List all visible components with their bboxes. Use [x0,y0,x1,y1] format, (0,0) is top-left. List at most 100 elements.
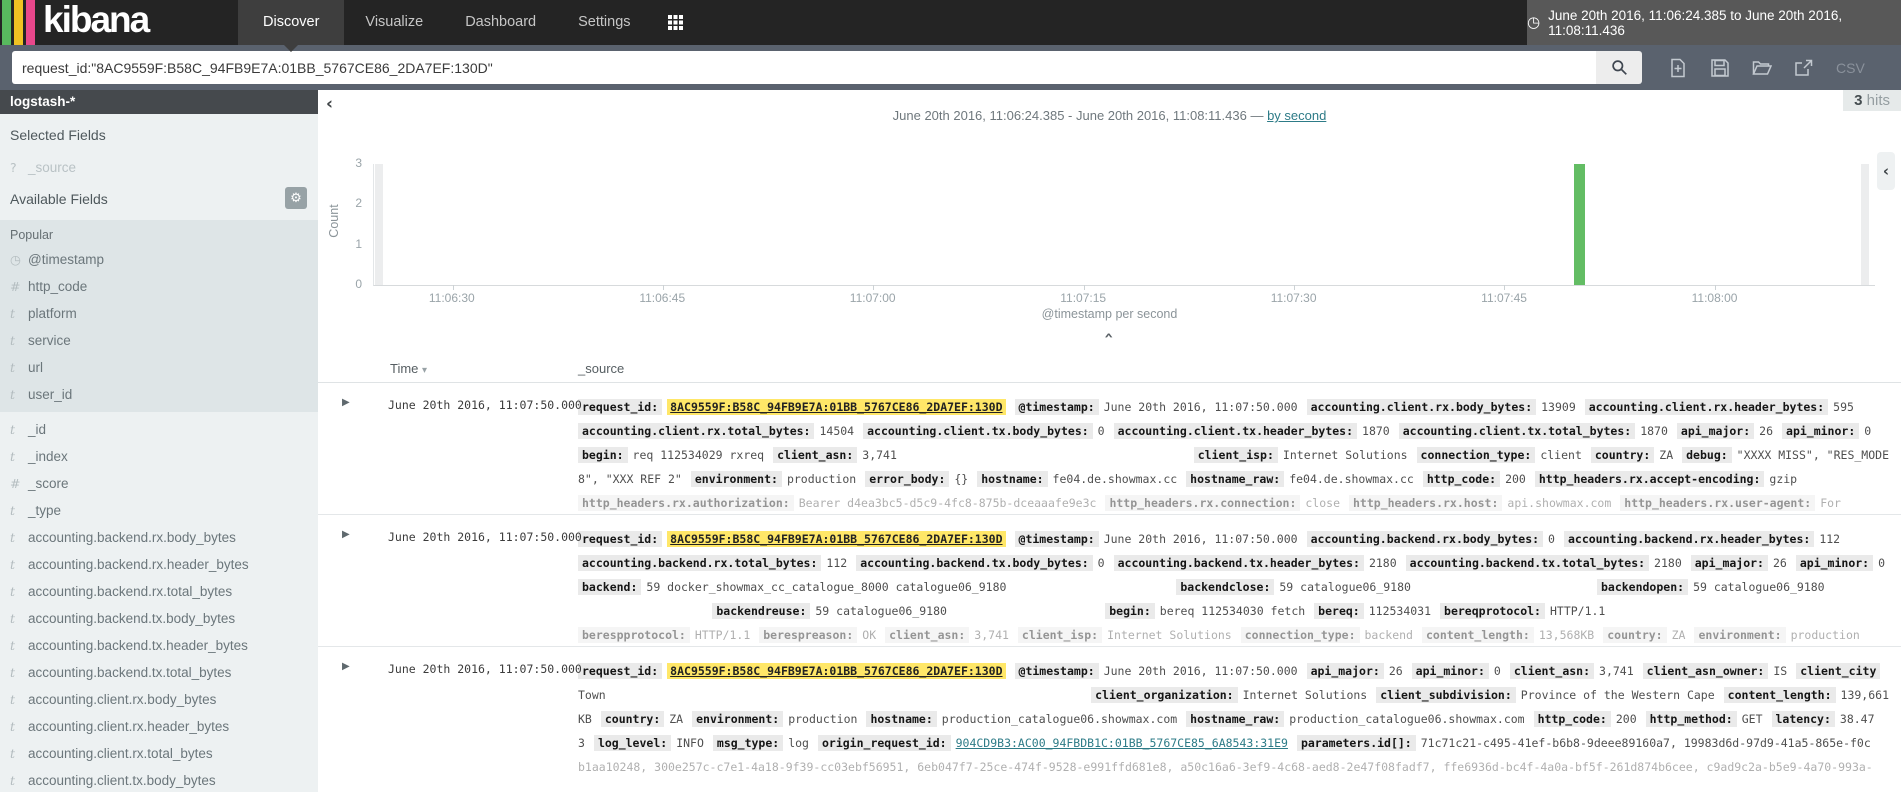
field-key: client_subdivision: [1376,687,1516,703]
time-range-picker[interactable]: ◷ June 20th 2016, 11:06:24.385 to June 2… [1527,0,1901,45]
sidebar-field-accounting.backend.tx.body_bytes[interactable]: t accounting.backend.tx.body_bytes [0,605,318,632]
save-search-icon[interactable] [1710,58,1730,78]
field-value-pair: http_headers.rx.authorization: Bearer d4e… [578,495,1096,511]
field-value-pair: http_headers.rx.user-agent: For [1620,495,1841,511]
field-type-string-icon: t [10,665,16,680]
field-value-pair: @timestamp: June 20th 2016, 11:07:50.000 [1014,663,1298,679]
field-value: production [786,472,857,486]
field-value: 200 [1505,472,1526,486]
sidebar-field-service[interactable]: t service [0,327,318,354]
time-column-header[interactable]: Time ▾ [390,361,427,376]
field-value: 0 [1548,532,1555,546]
field-key: parameters.id[]: [1296,735,1416,751]
field-value-pair: accounting.backend.tx.header_bytes: 2180 [1113,555,1397,571]
field-value: client [1540,448,1582,462]
collapse-chart-button[interactable]: ‹ [318,326,1901,346]
sidebar-field-accounting.backend.rx.total_bytes[interactable]: t accounting.backend.rx.total_bytes [0,578,318,605]
field-key: content_length: [1723,687,1836,703]
sidebar-field-accounting.backend.tx.total_bytes[interactable]: t accounting.backend.tx.total_bytes [0,659,318,686]
field-key: client_organization: [1091,687,1238,703]
field-name: user_id [28,387,73,402]
field-key: accounting.client.rx.body_bytes: [1306,399,1537,415]
field-key: http_headers.rx.connection: [1105,495,1301,511]
sidebar-field-_id[interactable]: t _id [0,416,318,443]
field-value: production [788,712,858,726]
field-value-pair: content_length: 13,568KB [1421,627,1594,643]
sidebar-field-accounting.backend.rx.header_bytes[interactable]: t accounting.backend.rx.header_bytes [0,551,318,578]
sidebar-field-user_id[interactable]: t user_id [0,381,318,408]
sidebar-field-platform[interactable]: t platform [0,300,318,327]
source-line: http_headers.rx.authorization: Bearer d4e… [578,491,1898,514]
y-tick-label: 3 [355,156,362,170]
field-value: 1870 [1362,424,1390,438]
field-key: bereq: [1314,603,1364,619]
nav-item-visualize[interactable]: Visualize [344,0,444,45]
expand-row-icon[interactable]: ▶ [342,661,350,672]
field-name: _source [28,160,77,175]
field-value: 26 [1388,664,1403,678]
sidebar-field-_index[interactable]: t _index [0,443,318,470]
nav-item-discover[interactable]: Discover [238,0,345,52]
open-search-icon[interactable] [1752,58,1772,78]
highlighted-value: 8AC9559F:B58C_94FB9E7A:01BB_5767CE86_2DA… [667,663,1006,679]
field-key: client_asn: [885,627,970,643]
sidebar-field-accounting.client.tx.body_bytes[interactable]: t accounting.client.tx.body_bytes [0,767,318,792]
field-value: HTTP/1.1 [694,628,751,642]
sidebar-field-accounting.client.rx.header_bytes[interactable]: t accounting.client.rx.header_bytes [0,713,318,740]
source-line: accounting.client.rx.total_bytes: 14504 ac… [578,419,1898,443]
field-settings-button[interactable]: ⚙ [285,187,307,209]
expand-row-icon[interactable]: ▶ [342,529,350,540]
field-key: berespreason: [759,627,858,643]
field-value-pair: http_headers.rx.connection: close [1105,495,1340,511]
table-row: ▶ June 20th 2016, 11:07:50.000 request_id:… [318,647,1901,779]
field-value-pair: hostname_raw: production_catalogue06.show… [1186,711,1525,727]
value-link[interactable]: 904CD9B3:AC00_94FBDB1C:01BB_5767CE85_6A8… [956,736,1288,750]
field-value-pair: backendopen: 59 catalogue06_9180 [1596,579,1825,595]
field-value: 13909 [1541,400,1576,414]
field-name: accounting.backend.tx.header_bytes [28,638,248,653]
field-key: api_minor: [1411,663,1489,679]
field-key: client_asn_owner: [1642,663,1769,679]
search-input[interactable] [12,51,1606,84]
documents-table: Time ▾ _source ▶ June 20th 2016, 11:07:50… [318,356,1901,792]
sidebar-field-@timestamp[interactable]: ◷ @timestamp [0,246,318,273]
export-csv-button[interactable]: CSV [1836,60,1865,76]
sidebar-field-_score[interactable]: # _score [0,470,318,497]
interval-link[interactable]: by second [1267,108,1326,123]
field-key: client_asn: [773,447,858,463]
new-search-icon[interactable] [1668,58,1688,78]
field-type-string-icon: t [10,611,16,626]
nav-item-settings[interactable]: Settings [557,0,651,45]
field-value: ZA [1659,448,1674,462]
share-icon[interactable] [1794,58,1814,78]
collapse-right-panel-button[interactable]: ‹ [1877,152,1895,190]
sidebar-field-accounting.backend.rx.body_bytes[interactable]: t accounting.backend.rx.body_bytes [0,524,318,551]
available-fields-heading: Available Fields [10,191,108,207]
index-pattern-selector[interactable]: logstash-* [0,90,318,114]
field-value-pair: accounting.client.rx.total_bytes: 14504 [578,423,854,439]
field-key: http_code: [1422,471,1501,487]
field-value-pair: client_organization: Internet Solutions [1091,687,1367,703]
row-timestamp: June 20th 2016, 11:07:50.000 [388,662,582,676]
source-line: begin: req 112534029 rxreq client_asn: 3,74… [578,443,1898,467]
field-value: 59 catalogue06_9180 [1279,580,1411,594]
histogram-bar[interactable] [1574,164,1586,285]
field-type-string-icon: t [10,333,16,348]
highlighted-value: 8AC9559F:B58C_94FB9E7A:01BB_5767CE86_2DA… [667,531,1006,547]
sidebar-field-accounting.client.rx.body_bytes[interactable]: t accounting.client.rx.body_bytes [0,686,318,713]
chart-plot-area [373,164,1875,290]
field-name: accounting.client.rx.header_bytes [28,719,230,734]
field-type-string-icon: t [10,306,16,321]
nav-item-dashboard[interactable]: Dashboard [444,0,557,45]
sidebar-field-accounting.backend.tx.header_bytes[interactable]: t accounting.backend.tx.header_bytes [0,632,318,659]
expand-row-icon[interactable]: ▶ [342,397,350,408]
sidebar-field-_type[interactable]: t _type [0,497,318,524]
x-tick-label: 11:08:00 [1691,291,1738,305]
sidebar-field-url[interactable]: t url [0,354,318,381]
sidebar-field-_source[interactable]: ? _source [0,154,318,181]
search-button[interactable] [1596,51,1642,84]
apps-grid-icon[interactable] [652,0,699,45]
sidebar-field-http_code[interactable]: # http_code [0,273,318,300]
field-key: msg_type: [712,735,784,751]
sidebar-field-accounting.client.rx.total_bytes[interactable]: t accounting.client.rx.total_bytes [0,740,318,767]
